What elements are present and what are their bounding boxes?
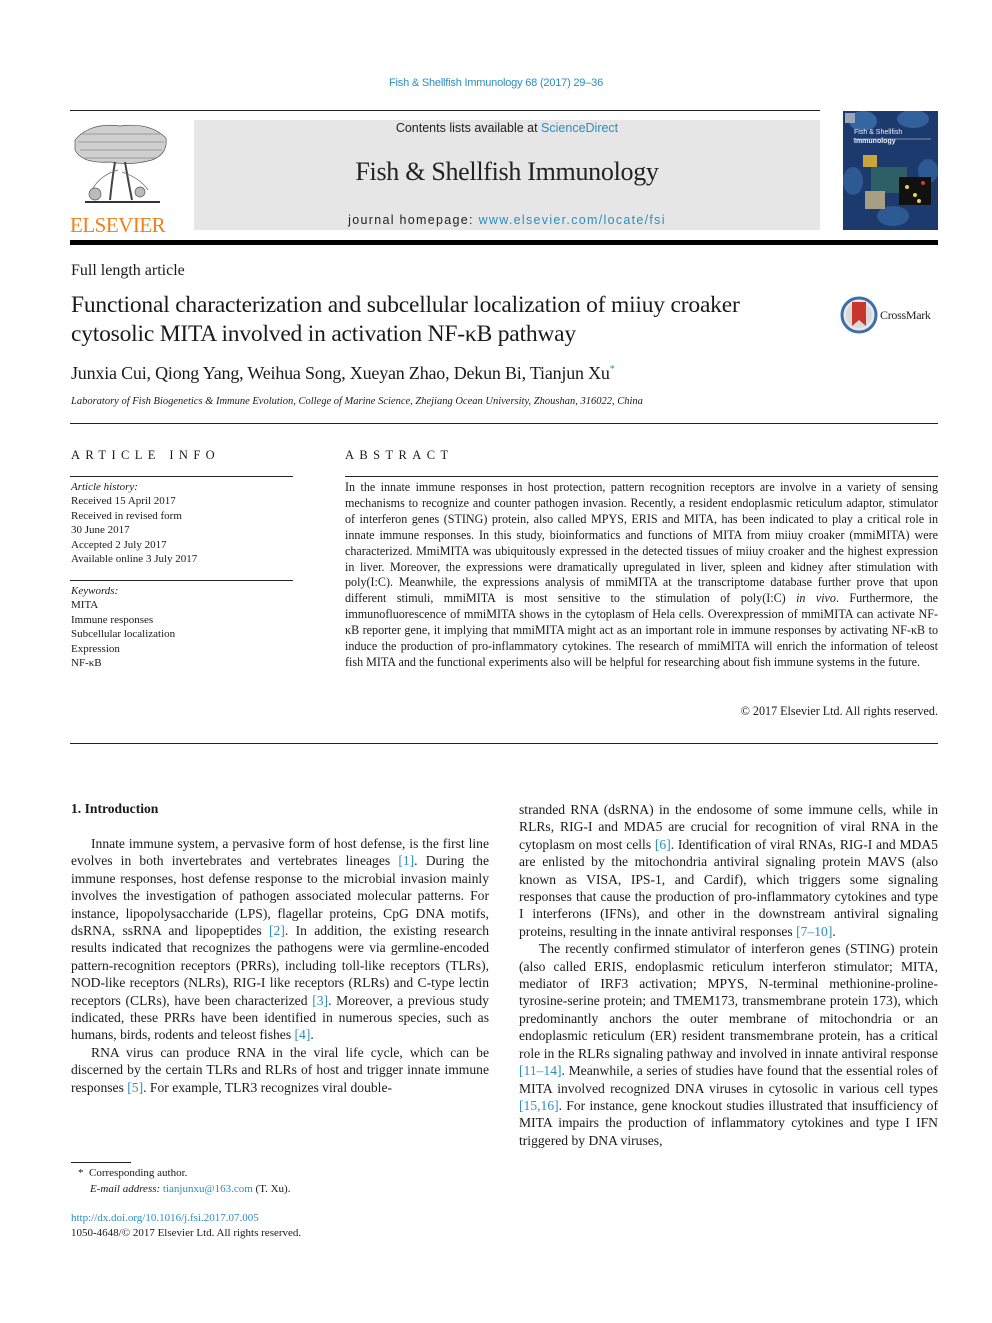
journal-homepage-link[interactable]: www.elsevier.com/locate/fsi	[479, 213, 666, 227]
body-column-right: stranded RNA (dsRNA) in the endosome of …	[519, 801, 938, 1149]
author-list: Junxia Cui, Qiong Yang, Weihua Song, Xue…	[71, 363, 615, 384]
citation-ref[interactable]: [6]	[655, 837, 671, 852]
doi-link[interactable]: http://dx.doi.org/10.1016/j.fsi.2017.07.…	[71, 1211, 259, 1227]
text-run: .	[832, 923, 836, 939]
text-run: . Identification of viral RNAs, RIG-I an…	[519, 836, 938, 939]
corresponding-author-note: Corresponding author.	[89, 1167, 188, 1179]
text-run: . For example, TLR3 recognizes viral dou…	[143, 1079, 393, 1095]
cover-title-line1: Fish & Shellfish	[854, 129, 903, 136]
abstract-end-divider	[70, 743, 938, 744]
crossmark-label: CrossMark	[880, 308, 931, 322]
citation-ref[interactable]: [15,16]	[519, 1098, 559, 1113]
citation-ref[interactable]: [1]	[398, 853, 414, 868]
elsevier-wordmark: ELSEVIER	[70, 213, 166, 237]
history-label: Article history:	[71, 481, 138, 493]
authors-text: Junxia Cui, Qiong Yang, Weihua Song, Xue…	[71, 363, 610, 383]
cover-title: Fish & Shellfish Immunology	[854, 128, 902, 146]
abstract-divider	[345, 476, 938, 477]
text-run: The recently confirmed stimulator of int…	[519, 941, 938, 1061]
corresponding-author-mark[interactable]: *	[610, 364, 615, 375]
body-column-left: Innate immune system, a pervasive form o…	[71, 835, 489, 1096]
contents-prefix: Contents lists available at	[395, 121, 542, 135]
contents-available-line: Contents lists available at ScienceDirec…	[194, 121, 820, 135]
intro-paragraph: RNA virus can produce RNA in the viral l…	[71, 1044, 489, 1096]
affiliation: Laboratory of Fish Biogenetics & Immune …	[71, 396, 643, 407]
affiliation-divider	[70, 423, 938, 424]
abstract-copyright: © 2017 Elsevier Ltd. All rights reserved…	[740, 704, 938, 718]
text-run: . For instance, gene knockout studies il…	[519, 1097, 938, 1148]
intro-paragraph-continued: stranded RNA (dsRNA) in the endosome of …	[519, 801, 938, 940]
cover-title-line2: Immunology	[854, 138, 896, 145]
journal-homepage-line: journal homepage: www.elsevier.com/locat…	[194, 213, 820, 227]
header-divider	[70, 110, 820, 111]
crossmark-button[interactable]: CrossMark	[840, 296, 940, 336]
abstract-heading: ABSTRACT	[345, 448, 454, 462]
history-item: Available online 3 July 2017	[71, 553, 198, 566]
keywords-divider	[70, 580, 293, 581]
homepage-prefix: journal homepage:	[348, 213, 479, 227]
elsevier-logo[interactable]: ELSEVIER	[70, 120, 172, 237]
keywords: Keywords: MITA Immune responses Subcellu…	[71, 584, 175, 670]
history-item: Received 15 April 2017	[71, 495, 176, 508]
footnote: * Corresponding author. E-mail address: …	[78, 1166, 290, 1197]
journal-citation-link[interactable]: Fish & Shellfish Immunology 68 (2017) 29…	[0, 77, 992, 89]
email-suffix: (T. Xu).	[252, 1182, 291, 1195]
citation-ref[interactable]: [5]	[127, 1080, 143, 1095]
abstract-part1: In the innate immune responses in host p…	[345, 480, 938, 606]
footnote-divider	[71, 1162, 131, 1163]
history-item: Received in revised form	[71, 509, 182, 522]
header-thick-divider	[70, 240, 938, 245]
email-link[interactable]: tianjunxu@163.com	[163, 1183, 253, 1195]
intro-paragraph: Innate immune system, a pervasive form o…	[71, 835, 489, 1044]
article-info-heading: ARTICLE INFO	[71, 448, 221, 462]
article-title: Functional characterization and subcellu…	[71, 292, 740, 347]
citation-ref[interactable]: [3]	[312, 993, 328, 1008]
article-type: Full length article	[71, 262, 185, 279]
intro-paragraph: The recently confirmed stimulator of int…	[519, 940, 938, 1149]
keyword-item: MITA	[71, 599, 99, 612]
journal-cover-image[interactable]: Fish & Shellfish Immunology	[843, 111, 938, 230]
text-run: . Meanwhile, a series of studies have fo…	[519, 1063, 938, 1096]
journal-name: Fish & Shellfish Immunology	[355, 157, 659, 186]
footnote-mark: *	[78, 1167, 84, 1179]
introduction-heading: 1. Introduction	[71, 801, 159, 816]
keyword-item: Subcellular localization	[71, 628, 176, 641]
text-run: .	[310, 1027, 314, 1043]
citation-ref[interactable]: [7–10]	[796, 924, 832, 939]
sciencedirect-link[interactable]: ScienceDirect	[541, 121, 618, 135]
email-label: E-mail address:	[90, 1182, 161, 1195]
keyword-item: NF-κB	[71, 657, 102, 670]
article-history: Article history: Received 15 April 2017 …	[71, 480, 197, 566]
crossmark-icon	[840, 296, 878, 334]
issn-copyright: 1050-4648/© 2017 Elsevier Ltd. All right…	[71, 1227, 302, 1239]
abstract-italic: in vivo	[796, 591, 836, 606]
citation-ref[interactable]: [4]	[295, 1027, 311, 1042]
citation-ref[interactable]: [11–14]	[519, 1063, 562, 1078]
citation-ref[interactable]: [2]	[269, 923, 285, 938]
history-item: Accepted 2 July 2017	[71, 538, 167, 551]
keyword-item: Immune responses	[71, 613, 154, 626]
article-info-divider	[70, 476, 293, 477]
history-item: 30 June 2017	[71, 524, 130, 537]
journal-banner: Contents lists available at ScienceDirec…	[194, 120, 820, 230]
abstract-text: In the innate immune responses in host p…	[345, 480, 938, 671]
keywords-label: Keywords:	[71, 585, 119, 597]
keyword-item: Expression	[71, 642, 120, 655]
elsevier-tree-icon	[70, 120, 170, 208]
